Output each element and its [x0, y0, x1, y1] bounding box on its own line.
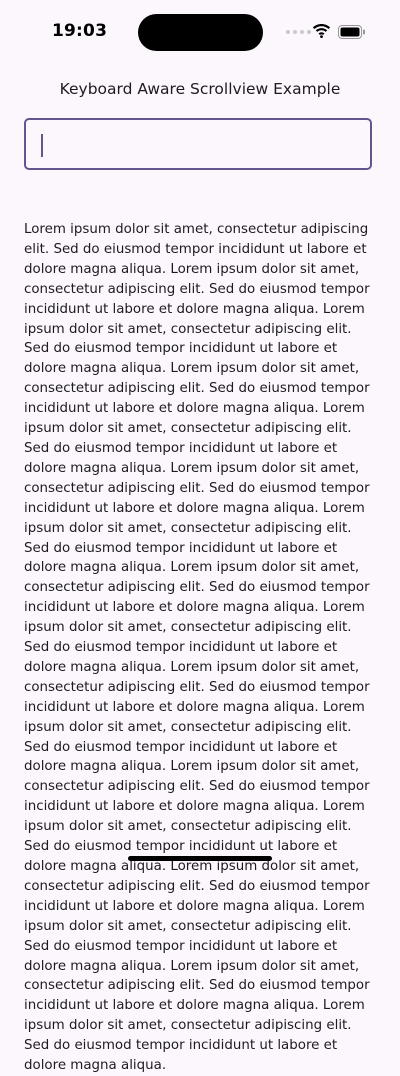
- page-title: Keyboard Aware Scrollview Example: [59, 80, 341, 98]
- battery-icon: [338, 25, 365, 39]
- text-cursor: [41, 134, 43, 157]
- text-input[interactable]: [24, 118, 372, 170]
- status-time: 19:03: [52, 21, 108, 41]
- cellular-signal-icon: [286, 30, 311, 34]
- status-bar: 19:03: [0, 0, 400, 64]
- status-icons: [280, 0, 400, 64]
- body-text: Lorem ipsum dolor sit amet, consectetur …: [24, 222, 370, 1074]
- wifi-icon: [312, 24, 331, 38]
- home-indicator[interactable]: [128, 856, 272, 861]
- dynamic-island: [138, 14, 263, 51]
